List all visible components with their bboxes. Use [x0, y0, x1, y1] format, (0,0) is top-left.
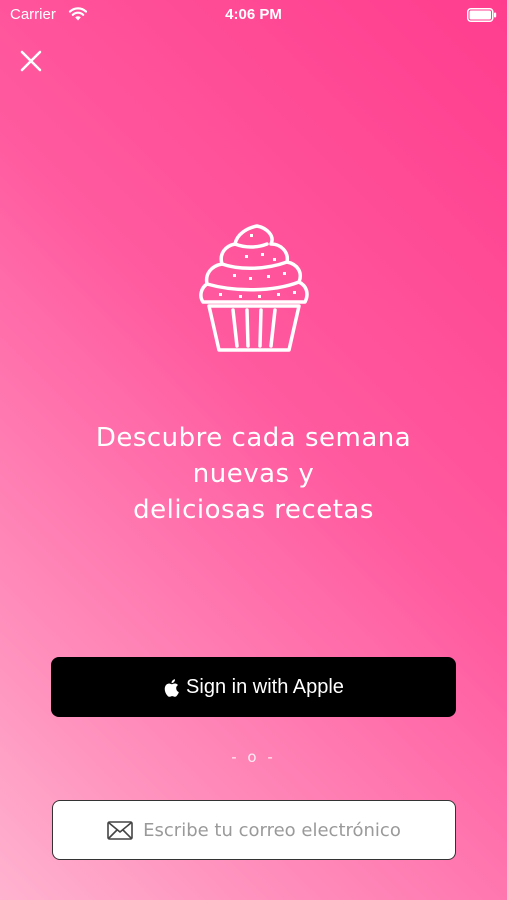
email-input[interactable]: Escribe tu correo electrónico	[52, 800, 456, 860]
close-button[interactable]	[14, 44, 48, 78]
headline-line-2: nuevas y	[192, 459, 315, 489]
status-bar: Carrier 4:06 PM	[0, 0, 507, 32]
clock: 4:06 PM	[225, 6, 282, 23]
battery-icon	[467, 8, 497, 22]
cupcake-icon	[199, 224, 309, 352]
apple-button-label: Sign in with Apple	[186, 675, 344, 698]
headline-line-3: deliciosas recetas	[133, 495, 374, 525]
email-placeholder: Escribe tu correo electrónico	[143, 819, 401, 841]
headline-line-1: Descubre cada semana	[95, 423, 412, 453]
headline: Descubre cada semana nuevas y deliciosas…	[30, 420, 477, 528]
mail-icon	[107, 820, 133, 840]
sign-in-with-apple-button[interactable]: Sign in with Apple	[51, 657, 456, 717]
or-divider: - o -	[231, 748, 276, 766]
apple-icon	[164, 678, 179, 697]
